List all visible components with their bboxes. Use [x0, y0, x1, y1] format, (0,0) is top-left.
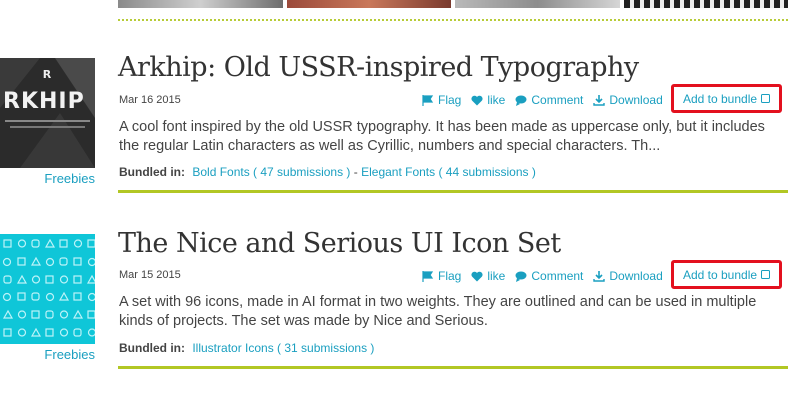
- bundled-in-label: Bundled in:: [119, 341, 185, 355]
- post-title[interactable]: Arkhip: Old USSR-inspired Typography: [118, 52, 639, 83]
- flag-button[interactable]: Flag: [422, 269, 461, 283]
- bundle-link[interactable]: Elegant Fonts ( 44 submissions ): [361, 165, 536, 179]
- bundle-link[interactable]: Illustrator Icons ( 31 submissions ): [192, 341, 374, 355]
- add-to-bundle-button[interactable]: Add to bundle: [671, 260, 782, 289]
- post-description: A cool font inspired by the old USSR typ…: [119, 119, 765, 154]
- previous-post-image-strip: [118, 0, 788, 8]
- post-description: A set with 96 icons, made in AI format i…: [119, 294, 757, 329]
- heart-icon: [471, 95, 483, 105]
- thumbnail-image[interactable]: [623, 0, 788, 8]
- checkbox-icon: [761, 270, 771, 279]
- post-title[interactable]: The Nice and Serious UI Icon Set: [118, 228, 561, 259]
- post-divider: [118, 190, 788, 193]
- post-actions: Flag like Comment Download: [422, 269, 663, 283]
- download-icon: [593, 94, 606, 106]
- bundle-separator: -: [353, 165, 358, 179]
- flag-button[interactable]: Flag: [422, 93, 461, 107]
- flag-icon: [422, 270, 434, 282]
- download-button[interactable]: Download: [593, 93, 663, 107]
- post-date: Mar 15 2015: [119, 269, 181, 281]
- thumbnail-image[interactable]: [118, 0, 283, 8]
- arkhip-thumbnail-image: R RKHIP: [0, 58, 95, 168]
- download-button[interactable]: Download: [593, 269, 663, 283]
- category-link[interactable]: Freebies: [0, 347, 95, 362]
- category-link[interactable]: Freebies: [0, 171, 95, 186]
- svg-text:RKHIP: RKHIP: [3, 89, 85, 114]
- post-date: Mar 16 2015: [119, 94, 181, 106]
- bundle-link[interactable]: Bold Fonts ( 47 submissions ): [192, 165, 350, 179]
- post-thumbnail[interactable]: [0, 234, 98, 344]
- bundled-in-row: Bundled in: Bold Fonts ( 47 submissions …: [119, 165, 536, 179]
- heart-icon: [471, 271, 483, 281]
- dotted-divider: [118, 19, 788, 21]
- like-button[interactable]: like: [471, 93, 505, 107]
- bundled-in-row: Bundled in: Illustrator Icons ( 31 submi…: [119, 341, 374, 355]
- checkbox-icon: [761, 94, 771, 103]
- thumbnail-image[interactable]: [455, 0, 620, 8]
- bundled-in-label: Bundled in:: [119, 165, 185, 179]
- icon-set-thumbnail-image: [0, 234, 98, 344]
- comment-button[interactable]: Comment: [515, 269, 583, 283]
- post-actions: Flag like Comment Download: [422, 93, 663, 107]
- add-to-bundle-button[interactable]: Add to bundle: [671, 84, 782, 113]
- thumbnail-image[interactable]: [286, 0, 451, 8]
- comment-button[interactable]: Comment: [515, 93, 583, 107]
- flag-icon: [422, 94, 434, 106]
- post-thumbnail[interactable]: R RKHIP: [0, 58, 95, 168]
- comment-icon: [515, 95, 527, 106]
- like-button[interactable]: like: [471, 269, 505, 283]
- post-divider: [118, 366, 788, 369]
- download-icon: [593, 270, 606, 282]
- comment-icon: [515, 271, 527, 282]
- svg-text:R: R: [43, 68, 52, 81]
